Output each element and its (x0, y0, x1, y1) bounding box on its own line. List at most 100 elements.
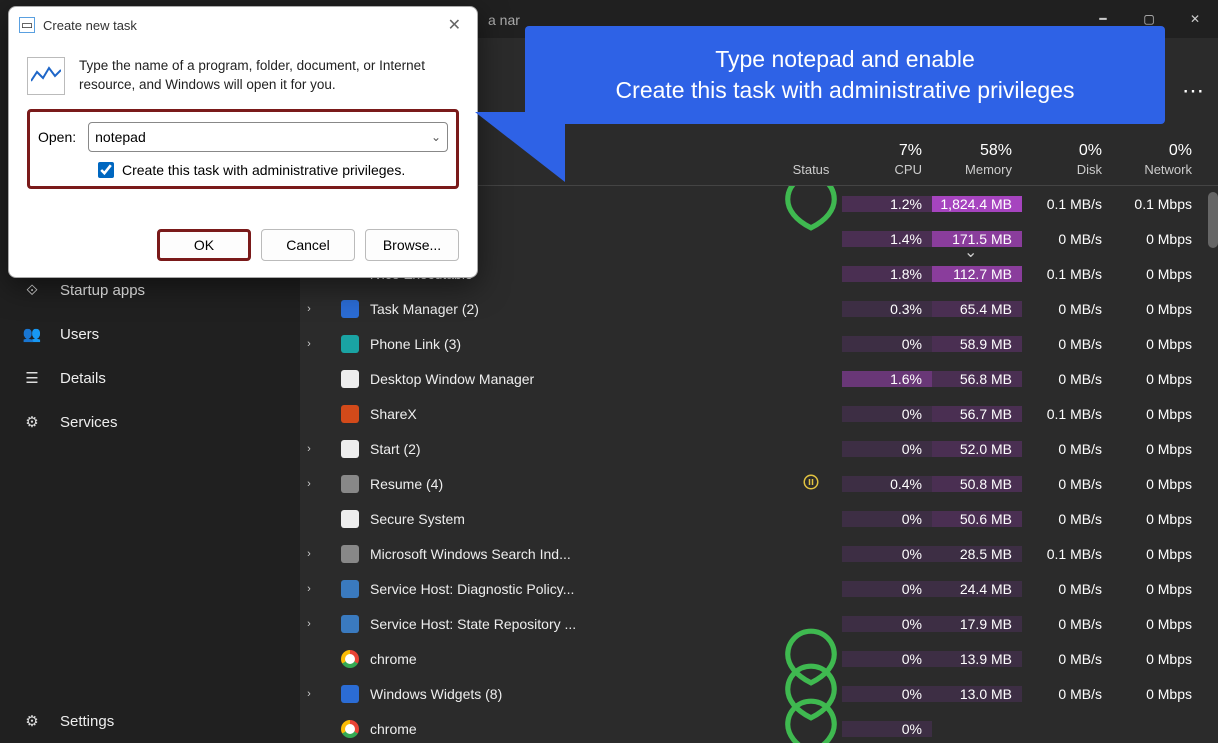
create-task-dialog: ▭ Create new task ✕ Type the name of a p… (8, 6, 478, 278)
memory-cell: 58.9 MB (932, 336, 1022, 352)
sidebar-item-label: Services (60, 414, 118, 431)
gear-icon: ⚙ (22, 412, 42, 432)
table-row[interactable]: ›Service Host: Diagnostic Policy...0%24.… (300, 571, 1218, 606)
disk-cell: 0.1 MB/s (1022, 196, 1112, 212)
process-icon (340, 439, 360, 459)
network-cell: 0 Mbps (1112, 546, 1202, 562)
expand-icon[interactable]: › (300, 338, 318, 350)
callout-line1: Type notepad and enable (553, 44, 1137, 75)
search-fragment: a nar (478, 8, 530, 32)
memory-cell: 65.4 MB (932, 301, 1022, 317)
dialog-close-button[interactable]: ✕ (442, 13, 467, 37)
process-icon (340, 369, 360, 389)
cpu-cell: 0.4% (842, 476, 932, 492)
cpu-cell: 0% (842, 406, 932, 422)
ok-button[interactable]: OK (157, 229, 251, 261)
expand-icon[interactable]: › (300, 548, 318, 560)
memory-cell: 171.5 MB (932, 231, 1022, 247)
open-input[interactable] (95, 129, 431, 145)
cpu-cell: 0% (842, 651, 932, 667)
more-options-icon[interactable]: ⋯ (1182, 78, 1206, 104)
table-row[interactable]: ›Resume (4)0.4%50.8 MB0 MB/s0 Mbps (300, 466, 1218, 501)
memory-cell: 56.8 MB (932, 371, 1022, 387)
network-cell: 0 Mbps (1112, 371, 1202, 387)
memory-cell: 17.9 MB (932, 616, 1022, 632)
table-row[interactable]: ›Windows Widgets (8)0%13.0 MB0 MB/s0 Mbp… (300, 676, 1218, 711)
run-icon (27, 57, 65, 95)
network-cell: 0 Mbps (1112, 441, 1202, 457)
dialog-description: Type the name of a program, folder, docu… (79, 57, 459, 95)
sidebar-item-settings[interactable]: ⚙ Settings (0, 699, 300, 743)
cpu-cell: 1.4% (842, 231, 932, 247)
status-icon (780, 696, 842, 743)
rocket-icon: ⟐ (22, 280, 42, 300)
table-row[interactable]: Secure System0%50.6 MB0 MB/s0 Mbps (300, 501, 1218, 536)
disk-cell: 0 MB/s (1022, 231, 1112, 247)
column-disk[interactable]: 0% Disk (1022, 142, 1112, 185)
scrollbar-thumb[interactable] (1208, 192, 1218, 248)
table-row[interactable]: ›Task Manager (2)0.3%65.4 MB0 MB/s0 Mbps (300, 291, 1218, 326)
table-row[interactable]: chrome0% (300, 711, 1218, 743)
sidebar-item-label: Users (60, 326, 99, 343)
memory-percent: 58% (932, 142, 1012, 160)
browse-button[interactable]: Browse... (365, 229, 459, 261)
status-icon (780, 186, 842, 236)
process-name: chrome (370, 721, 780, 737)
process-icon (340, 579, 360, 599)
process-name: chrome (370, 651, 780, 667)
open-combobox[interactable]: ⌄ (88, 122, 448, 152)
expand-icon[interactable]: › (300, 303, 318, 315)
process-name: Service Host: State Repository ... (370, 616, 780, 632)
expand-icon[interactable]: › (300, 583, 318, 595)
process-name: Task Manager (2) (370, 301, 780, 317)
expand-icon[interactable]: › (300, 478, 318, 490)
column-memory[interactable]: 58% Memory (932, 142, 1022, 185)
process-name: Start (2) (370, 441, 780, 457)
network-cell: 0 Mbps (1112, 686, 1202, 702)
process-name: Windows Widgets (8) (370, 686, 780, 702)
network-cell: 0 Mbps (1112, 476, 1202, 492)
close-window-button[interactable]: ✕ (1172, 0, 1218, 38)
network-cell: 0.1 Mbps (1112, 196, 1202, 212)
cpu-cell: 1.2% (842, 196, 932, 212)
process-icon (340, 544, 360, 564)
memory-cell: 112.7 MB (932, 266, 1022, 282)
users-icon: 👥 (22, 324, 42, 344)
admin-checkbox[interactable] (98, 162, 114, 178)
column-network[interactable]: 0% Network (1112, 142, 1202, 185)
column-status[interactable]: Status (780, 162, 842, 185)
process-icon (340, 649, 360, 669)
memory-cell: 56.7 MB (932, 406, 1022, 422)
cancel-button[interactable]: Cancel (261, 229, 355, 261)
network-cell: 0 Mbps (1112, 336, 1202, 352)
network-cell: 0 Mbps (1112, 651, 1202, 667)
network-cell: 0 Mbps (1112, 406, 1202, 422)
process-icon (340, 404, 360, 424)
cpu-cell: 0% (842, 441, 932, 457)
process-name: Resume (4) (370, 476, 780, 492)
expand-icon[interactable]: › (300, 443, 318, 455)
disk-cell: 0.1 MB/s (1022, 266, 1112, 282)
disk-cell: 0 MB/s (1022, 476, 1112, 492)
memory-cell: 1,824.4 MB (932, 196, 1022, 212)
table-row[interactable]: Desktop Window Manager1.6%56.8 MB0 MB/s0… (300, 361, 1218, 396)
table-row[interactable]: ShareX0%56.7 MB0.1 MB/s0 Mbps (300, 396, 1218, 431)
chevron-down-icon[interactable]: ⌄ (431, 130, 441, 144)
table-row[interactable]: ›Start (2)0%52.0 MB0 MB/s0 Mbps (300, 431, 1218, 466)
expand-icon[interactable]: › (300, 618, 318, 630)
network-cell: 0 Mbps (1112, 511, 1202, 527)
table-row[interactable]: chrome0%13.9 MB0 MB/s0 Mbps (300, 641, 1218, 676)
disk-cell: 0 MB/s (1022, 651, 1112, 667)
process-icon (340, 474, 360, 494)
column-cpu[interactable]: 7% CPU (842, 142, 932, 185)
table-row[interactable]: ›Phone Link (3)0%58.9 MB0 MB/s0 Mbps (300, 326, 1218, 361)
table-row[interactable]: ›Service Host: State Repository ...0%17.… (300, 606, 1218, 641)
sidebar-item-details[interactable]: ☰ Details (0, 356, 300, 400)
expand-icon[interactable]: › (300, 688, 318, 700)
disk-cell: 0 MB/s (1022, 616, 1112, 632)
sidebar-item-services[interactable]: ⚙ Services (0, 400, 300, 444)
settings-icon: ⚙ (22, 711, 42, 731)
table-row[interactable]: ›Microsoft Windows Search Ind...0%28.5 M… (300, 536, 1218, 571)
network-cell: 0 Mbps (1112, 616, 1202, 632)
sidebar-item-users[interactable]: 👥 Users (0, 312, 300, 356)
